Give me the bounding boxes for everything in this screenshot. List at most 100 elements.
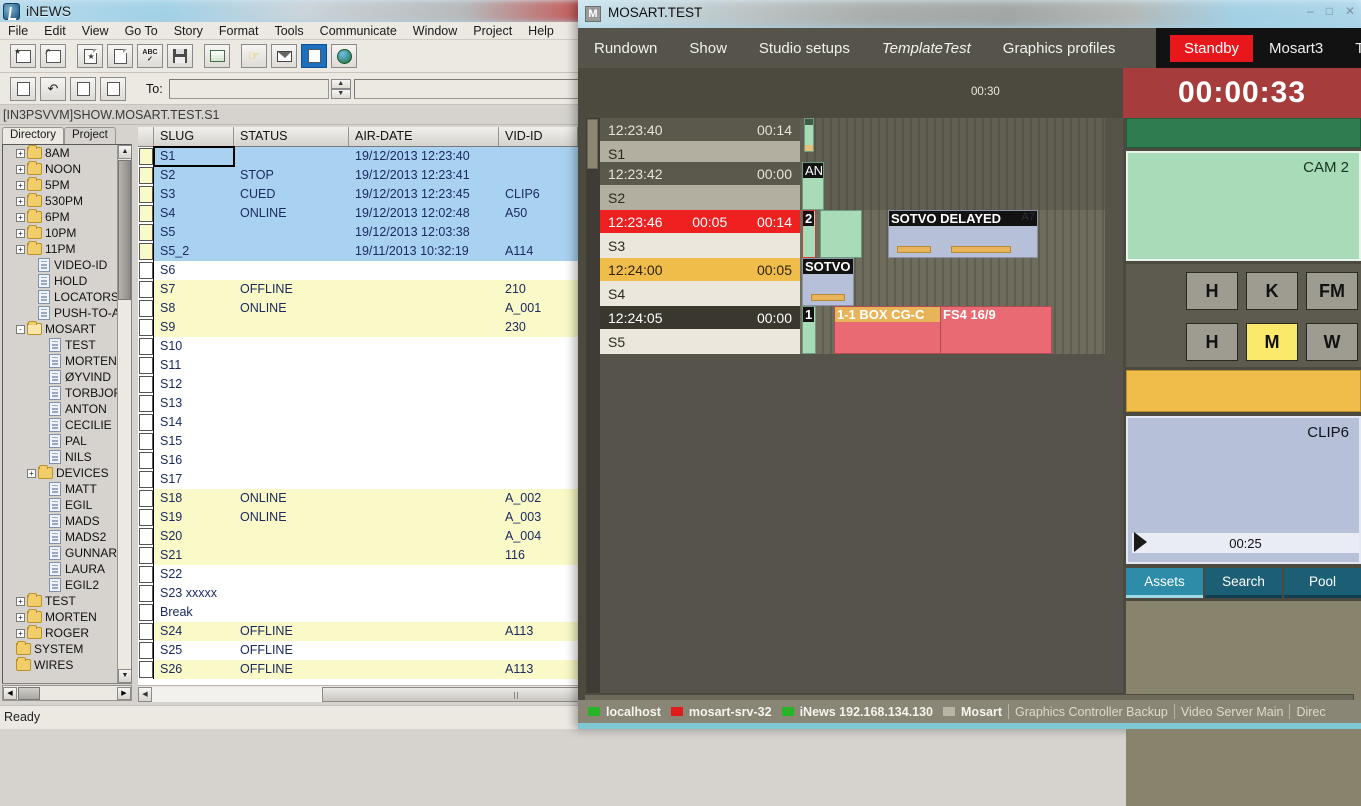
tree-item[interactable]: LOCATORS	[3, 289, 119, 305]
grid-column-header[interactable]: AIR-DATE	[349, 127, 499, 146]
cell-vidid[interactable]	[499, 394, 578, 413]
tree-expand-icon[interactable]: +	[16, 181, 25, 190]
menu-project[interactable]: Project	[465, 23, 520, 39]
clip-preview[interactable]: CLIP6 00:25	[1126, 416, 1361, 564]
tree-item[interactable]: +6PM	[3, 209, 119, 225]
row-marker[interactable]	[138, 603, 154, 622]
tree-item[interactable]: +ROGER	[3, 625, 119, 641]
tree-item[interactable]: WIRES	[3, 657, 119, 673]
tree-hscroll-thumb[interactable]	[18, 687, 40, 700]
table-row[interactable]: Break	[138, 603, 578, 622]
tree-item[interactable]: CECILIE	[3, 417, 119, 433]
pointer-icon[interactable]: ☞	[241, 44, 267, 68]
cell-slug[interactable]: S10	[154, 337, 234, 356]
cell-slug[interactable]: S4	[154, 204, 234, 223]
cell-vidid[interactable]: A113	[499, 622, 578, 641]
cell-status[interactable]: STOP	[234, 166, 349, 185]
timeline-block[interactable]: 1	[802, 306, 816, 354]
cell-airdate[interactable]	[349, 337, 499, 356]
cell-airdate[interactable]: 19/12/2013 12:03:38	[349, 223, 499, 242]
tree-item[interactable]: MADS	[3, 513, 119, 529]
tree-expand-icon[interactable]: +	[16, 629, 25, 638]
button-w[interactable]: W	[1306, 323, 1358, 361]
cell-airdate[interactable]	[349, 508, 499, 527]
scroll-right-icon[interactable]: ▶	[117, 687, 131, 700]
timeline-block[interactable]: 2	[802, 210, 816, 258]
cell-vidid[interactable]: 230	[499, 318, 578, 337]
table-row[interactable]: S21116	[138, 546, 578, 565]
tree-item[interactable]: +8AM	[3, 145, 119, 161]
table-row[interactable]: S119/12/2013 12:23:40	[138, 147, 578, 166]
cell-airdate[interactable]	[349, 565, 499, 584]
tree-item[interactable]: +DEVICES	[3, 465, 119, 481]
timeline-block[interactable]: AN	[802, 162, 824, 210]
cell-vidid[interactable]	[499, 223, 578, 242]
timeline-track[interactable]: SOTVO	[800, 258, 1105, 306]
cell-vidid[interactable]: CLIP6	[499, 185, 578, 204]
cell-status[interactable]: ONLINE	[234, 299, 349, 318]
table-row[interactable]: S4ONLINE19/12/2013 12:02:48A50	[138, 204, 578, 223]
cell-status[interactable]: OFFLINE	[234, 660, 349, 679]
cell-slug[interactable]: S24	[154, 622, 234, 641]
table-row[interactable]: S24OFFLINEA113	[138, 622, 578, 641]
spinner-up-icon[interactable]: ▲	[331, 79, 351, 89]
cell-status[interactable]	[234, 413, 349, 432]
mosart-menu-template-test[interactable]: TemplateTest	[866, 40, 987, 57]
cell-slug[interactable]: S11	[154, 356, 234, 375]
cell-slug[interactable]: S9	[154, 318, 234, 337]
cell-status[interactable]	[234, 470, 349, 489]
cell-airdate[interactable]	[349, 546, 499, 565]
cell-status[interactable]	[234, 147, 349, 166]
cell-slug[interactable]: S19	[154, 508, 234, 527]
cell-vidid[interactable]: A_004	[499, 527, 578, 546]
cell-status[interactable]	[234, 356, 349, 375]
cell-slug[interactable]: S5_2	[154, 242, 234, 261]
row-info[interactable]: 12:23:4000:14S1	[600, 118, 800, 166]
row-marker[interactable]	[138, 508, 154, 527]
row-marker[interactable]	[138, 337, 154, 356]
play-icon[interactable]	[1134, 532, 1147, 552]
cell-vidid[interactable]	[499, 147, 578, 166]
cell-slug[interactable]: S12	[154, 375, 234, 394]
cell-airdate[interactable]	[349, 603, 499, 622]
archive-icon[interactable]	[204, 44, 230, 68]
cell-slug[interactable]: S8	[154, 299, 234, 318]
cell-slug[interactable]: S18	[154, 489, 234, 508]
menu-format[interactable]: Format	[211, 23, 267, 39]
row-marker[interactable]	[138, 147, 154, 166]
cell-status[interactable]	[234, 546, 349, 565]
grid-scroll-left-icon[interactable]: ◀	[138, 687, 152, 702]
cell-status[interactable]	[234, 584, 349, 603]
cell-slug[interactable]: S13	[154, 394, 234, 413]
scroll-down-icon[interactable]: ▼	[118, 669, 132, 683]
cell-slug[interactable]: S25	[154, 641, 234, 660]
tree-expand-icon[interactable]: +	[16, 165, 25, 174]
table-row[interactable]: S3CUED19/12/2013 12:23:45CLIP6	[138, 185, 578, 204]
grid-column-header[interactable]	[138, 127, 154, 146]
row-marker[interactable]	[138, 280, 154, 299]
button-fm[interactable]: FM	[1306, 272, 1358, 310]
row-marker[interactable]	[138, 204, 154, 223]
row-marker[interactable]	[138, 660, 154, 679]
edit-story-icon[interactable]	[301, 44, 327, 68]
to-spinner[interactable]: ▲ ▼	[331, 79, 351, 99]
tree-item[interactable]: GUNNAR	[3, 545, 119, 561]
table-row[interactable]: S14	[138, 413, 578, 432]
cell-vidid[interactable]: A_002	[499, 489, 578, 508]
cell-status[interactable]	[234, 527, 349, 546]
cell-slug[interactable]: S26	[154, 660, 234, 679]
cell-airdate[interactable]: 19/12/2013 12:23:45	[349, 185, 499, 204]
standby-button[interactable]: Standby	[1170, 35, 1253, 62]
row-marker[interactable]	[138, 223, 154, 242]
timeline-block[interactable]: FS4 16/9	[940, 306, 1052, 354]
row-marker[interactable]	[138, 546, 154, 565]
cell-airdate[interactable]	[349, 489, 499, 508]
cell-status[interactable]	[234, 318, 349, 337]
tree-item[interactable]: -MOSART	[3, 321, 119, 337]
menu-communicate[interactable]: Communicate	[312, 23, 405, 39]
cell-vidid[interactable]: A114	[499, 242, 578, 261]
tree-item[interactable]: ANTON	[3, 401, 119, 417]
cell-slug[interactable]: S1	[154, 147, 234, 166]
tree-item[interactable]: MORTEN	[3, 353, 119, 369]
cell-vidid[interactable]	[499, 337, 578, 356]
